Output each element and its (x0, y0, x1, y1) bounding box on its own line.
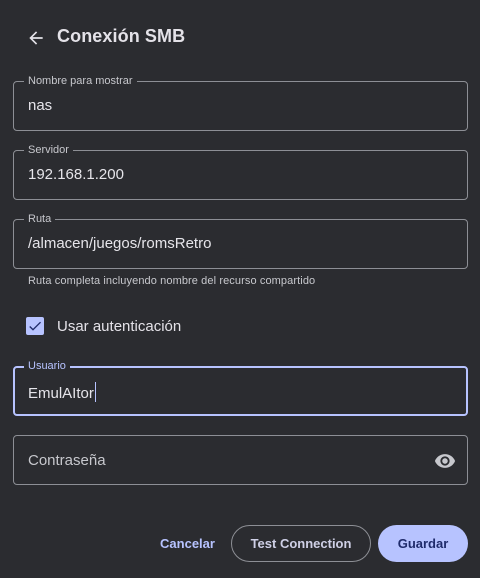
back-button[interactable] (22, 24, 50, 52)
path-label: Ruta (24, 212, 56, 226)
server-label: Servidor (24, 143, 73, 157)
check-icon (29, 321, 41, 331)
username-label: Usuario (24, 359, 70, 373)
use-auth-label: Usar autenticación (57, 317, 182, 335)
display-name-label: Nombre para mostrar (24, 74, 137, 88)
username-field[interactable]: Usuario EmulAItor (13, 359, 468, 416)
username-value: EmulAItor (28, 382, 97, 403)
display-name-value: nas (28, 97, 53, 114)
top-app-bar: Conexión SMB (0, 0, 480, 76)
page-title: Conexión SMB (57, 26, 186, 46)
use-auth-checkbox[interactable] (26, 317, 44, 335)
path-helper-text: Ruta completa incluyendo nombre del recu… (28, 275, 316, 287)
use-auth-row: Usar autenticación (26, 315, 181, 337)
username-text: EmulAItor (28, 385, 94, 402)
server-value: 192.168.1.200 (28, 166, 124, 183)
save-button[interactable]: Guardar (378, 525, 468, 562)
path-field[interactable]: Ruta /almacen/juegos/romsRetro (13, 212, 468, 269)
password-placeholder: Contraseña (28, 452, 106, 469)
server-field[interactable]: Servidor 192.168.1.200 (13, 143, 468, 200)
toggle-password-visibility-button[interactable] (433, 450, 457, 472)
test-connection-button[interactable]: Test Connection (231, 525, 371, 562)
text-cursor (94, 382, 97, 402)
password-field[interactable]: Contraseña (13, 435, 468, 485)
arrow-left-icon (29, 31, 43, 45)
display-name-field[interactable]: Nombre para mostrar nas (13, 74, 468, 131)
cancel-button[interactable]: Cancelar (150, 525, 225, 562)
path-value: /almacen/juegos/romsRetro (28, 235, 212, 252)
eye-icon (434, 454, 456, 468)
